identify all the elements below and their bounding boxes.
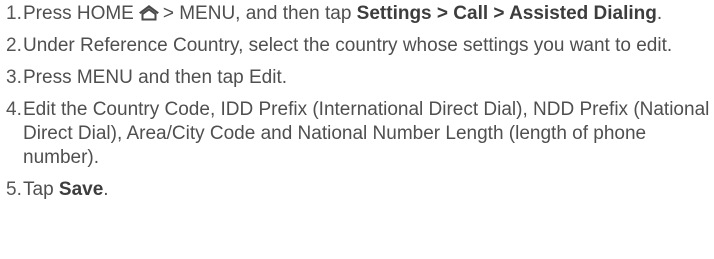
step-text: Tap: [23, 179, 54, 200]
step-text: Press HOME: [23, 3, 134, 24]
save-action: Save: [58, 179, 104, 200]
step-number: 3.: [6, 67, 22, 88]
step-4: 4. Edit the Country Code, IDD Prefix (In…: [6, 98, 712, 170]
step-2: 2. Under Reference Country, select the c…: [6, 34, 712, 58]
step-3: 3. Press MENU and then tap Edit.: [6, 66, 712, 90]
step-number: 1.: [6, 3, 22, 24]
step-number: 2.: [6, 35, 22, 56]
step-5: 5. Tap Save.: [6, 178, 712, 202]
step-text: Edit the Country Code, IDD Prefix (Inter…: [23, 99, 710, 168]
step-1: 1. Press HOME > MENU, and then tap Setti…: [6, 2, 712, 26]
settings-path: Settings > Call > Assisted Dialing: [356, 3, 657, 24]
step-text-end: .: [103, 179, 109, 200]
step-number: 4.: [6, 99, 22, 120]
home-icon: [137, 3, 161, 21]
step-text: Under Reference Country, select the coun…: [23, 35, 673, 56]
step-text: > MENU, and then tap: [162, 3, 352, 24]
step-text: Press MENU and then tap Edit.: [23, 67, 288, 88]
step-number: 5.: [6, 179, 22, 200]
instruction-steps: 1. Press HOME > MENU, and then tap Setti…: [6, 2, 712, 210]
step-text-end: .: [656, 3, 663, 24]
